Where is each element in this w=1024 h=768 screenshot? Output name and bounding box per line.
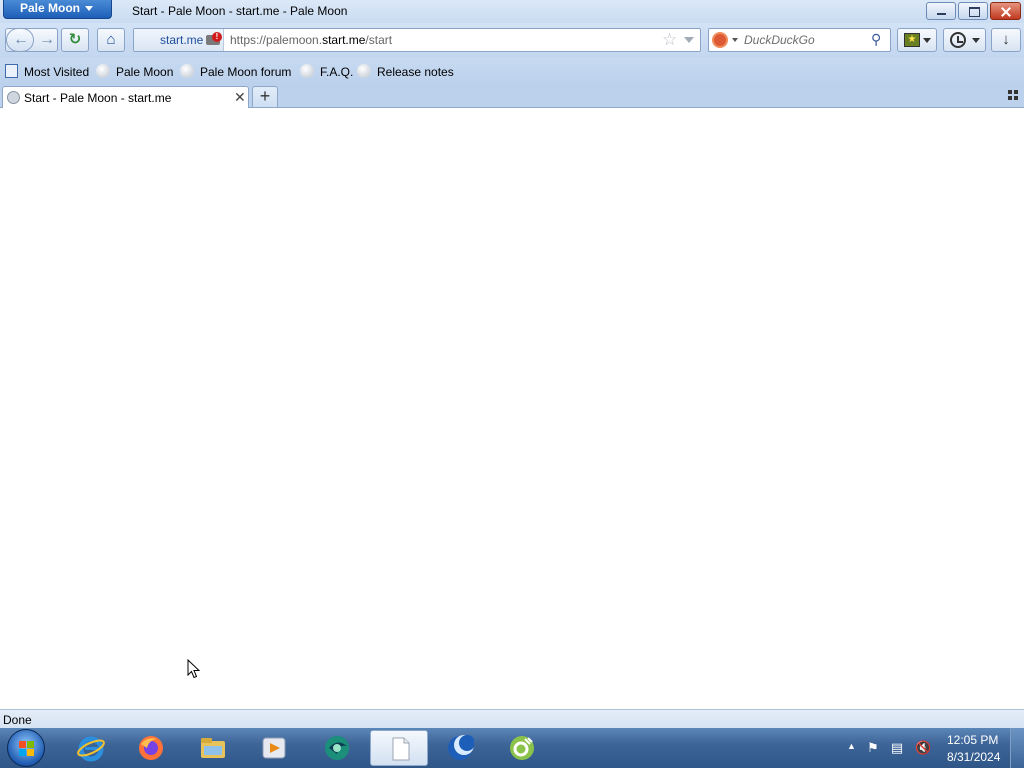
system-tray: ▲ ⚑ ▤ 🔇 12:05 PM 8/31/2024 [843,728,1024,768]
taskbar-pale-moon[interactable] [431,730,489,766]
history-button[interactable] [943,28,986,52]
pale-moon-icon [448,735,474,760]
bookmark-label: Pale Moon forum [200,65,292,79]
site-identity-button[interactable]: start.me [134,29,224,51]
media-player-icon [262,737,286,759]
search-input[interactable]: DuckDuckGo [744,33,815,47]
app-teal-icon [325,736,349,760]
taskbar-internet-explorer[interactable] [62,730,120,766]
taskbar-media-player[interactable] [245,730,303,766]
start-button[interactable] [7,729,45,767]
forward-button[interactable]: → [39,29,55,51]
status-bar: Done [0,709,1024,728]
taskbar-firefox[interactable] [122,730,180,766]
navigation-toolbar: ← → ↻ ⌂ start.me https://palemoon.start.… [0,23,1024,58]
home-icon: ⌂ [106,31,116,48]
app-green-icon [510,736,534,760]
show-desktop-button[interactable] [1010,728,1024,768]
restore-button[interactable] [958,2,988,20]
tab-start-page[interactable]: Start - Pale Moon - start.me ✕ [2,86,249,108]
taskbar-green-app[interactable] [493,730,551,766]
chevron-down-icon [923,38,931,43]
downloads-button[interactable]: ↓ [991,28,1021,52]
file-explorer-icon [201,738,225,758]
search-engine-dropdown-icon[interactable] [732,38,738,42]
url-dropdown-icon[interactable] [684,37,694,43]
window-title: Start - Pale Moon - start.me - Pale Moon [132,4,348,18]
bookmark-faq[interactable]: F.A.Q. [300,64,353,80]
title-bar: Pale Moon Start - Pale Moon - start.me -… [0,0,1024,23]
globe-icon [96,64,110,78]
bookmark-label: Most Visited [24,65,90,79]
volume-muted-icon[interactable]: 🔇 [915,740,931,756]
bookmark-label: Pale Moon [116,65,174,79]
action-center-flag-icon[interactable]: ⚑ [865,740,881,756]
home-button[interactable]: ⌂ [97,28,125,52]
bookmark-pale-moon[interactable]: Pale Moon [96,64,173,80]
tab-list-grid-icon[interactable] [1008,90,1018,100]
clock-time[interactable]: 12:05 PM [947,733,998,747]
clock-icon [950,32,966,48]
url-prefix: https://palemoon. [230,33,323,47]
url-path: /start [365,33,393,47]
network-icon[interactable]: ▤ [889,740,905,756]
download-arrow-icon: ↓ [1002,31,1010,48]
chevron-down-icon [972,38,980,43]
new-tab-button[interactable]: + [252,86,278,107]
bookmark-most-visited[interactable]: Most Visited [5,64,89,80]
bookmark-release-notes[interactable]: Release notes [357,64,454,80]
site-identity-label: start.me [160,33,204,47]
close-tab-icon[interactable]: ✕ [234,89,246,106]
taskbar-teal-app[interactable] [308,730,366,766]
search-bar[interactable]: DuckDuckGo ⚲ [708,28,891,52]
show-hidden-icons-button[interactable]: ▲ [847,741,856,751]
back-arrow-icon: ← [13,31,29,48]
bookmarks-toolbar: Most Visited Pale Moon Pale Moon forum F… [0,58,1024,84]
bookmarks-icon: ★ [904,33,920,47]
url-bar[interactable]: start.me https://palemoon.start.me/start… [133,28,701,52]
globe-icon [180,64,194,78]
blank-document-icon [392,737,410,761]
reload-button[interactable]: ↻ [61,28,89,52]
insecure-lock-icon [206,32,222,45]
app-menu-button[interactable]: Pale Moon [3,0,112,19]
taskbar-file-explorer[interactable] [184,730,242,766]
page-content[interactable] [0,108,1024,709]
chevron-down-icon [85,6,93,11]
windows-logo-icon [19,741,35,757]
clock-date[interactable]: 8/31/2024 [947,750,1000,764]
firefox-icon [139,736,163,760]
taskbar-blank-document[interactable] [370,730,428,766]
internet-explorer-icon [77,736,105,762]
bookmark-label: F.A.Q. [320,65,354,79]
reload-icon: ↻ [68,31,82,48]
tab-label: Start - Pale Moon - start.me [24,91,172,105]
globe-icon [357,64,371,78]
url-text[interactable]: https://palemoon.start.me/start [230,33,392,47]
minimize-button[interactable] [926,2,956,20]
windows-taskbar: ▲ ⚑ ▤ 🔇 12:05 PM 8/31/2024 [0,728,1024,768]
globe-icon [300,64,314,78]
tab-strip: Start - Pale Moon - start.me ✕ + [0,84,1024,108]
bookmark-pale-moon-forum[interactable]: Pale Moon forum [180,64,291,80]
bookmarks-menu-button[interactable]: ★ [897,28,937,52]
url-domain: start.me [322,33,366,47]
status-text: Done [3,713,32,727]
duckduckgo-icon[interactable] [712,32,728,48]
search-icon[interactable]: ⚲ [871,31,881,48]
close-window-button[interactable] [990,2,1021,20]
bookmark-star-icon[interactable]: ☆ [662,30,677,50]
app-menu-label: Pale Moon [20,1,81,15]
most-visited-icon [5,64,18,78]
bookmark-label: Release notes [377,65,454,79]
back-forward-group: ← → [5,28,58,52]
back-button[interactable]: ← [6,28,34,52]
page-favicon-icon [7,91,20,104]
